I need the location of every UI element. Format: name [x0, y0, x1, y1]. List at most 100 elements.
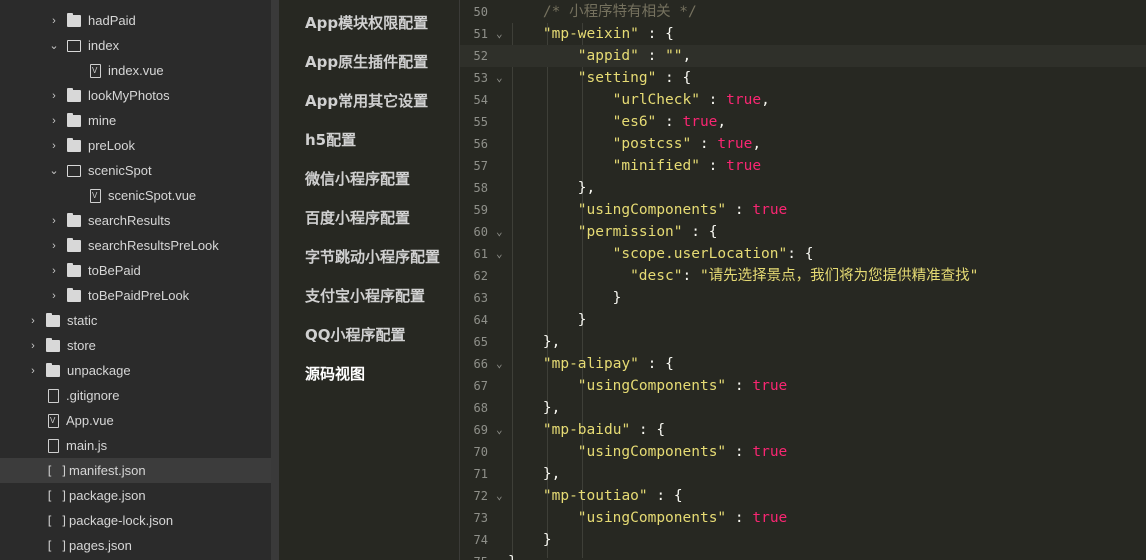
menu-item[interactable]: App模块权限配置 — [305, 12, 428, 33]
menu-item[interactable]: h5配置 — [305, 129, 356, 150]
chevron-right-icon[interactable]: › — [49, 265, 59, 277]
code-text: }, — [543, 463, 560, 485]
menu-item[interactable]: 源码视图 — [305, 363, 365, 384]
tree-item-app-vue[interactable]: V App.vue — [0, 408, 271, 433]
code-editor[interactable]: 50 /* 小程序特有相关 */ 51 ⌄ "mp-weixin" : {52 "appi… — [460, 0, 1146, 560]
line-number: 59 — [473, 203, 488, 217]
punct-token: : { — [638, 26, 674, 42]
line-number: 52 — [473, 49, 488, 63]
fold-toggle-icon[interactable]: ⌄ — [496, 353, 503, 375]
code-line[interactable]: 57 "minified" : true — [460, 155, 1146, 177]
code-line[interactable]: 61 ⌄ "scope.userLocation": { — [460, 243, 1146, 265]
chevron-right-icon[interactable]: › — [49, 140, 59, 152]
code-line[interactable]: 59 "usingComponents" : true — [460, 199, 1146, 221]
code-line[interactable]: 74} — [460, 529, 1146, 551]
chevron-right-icon[interactable]: › — [49, 215, 59, 227]
tree-item-index-vue[interactable]: Vindex.vue — [0, 58, 271, 83]
code-line[interactable]: 67 "usingComponents" : true — [460, 375, 1146, 397]
code-line[interactable]: 69 ⌄ "mp-baidu" : { — [460, 419, 1146, 441]
chevron-right-icon[interactable]: › — [49, 15, 59, 27]
tree-item-pages-json[interactable]: [ ] pages.json — [0, 533, 271, 558]
tree-item-main-js[interactable]: main.js — [0, 433, 271, 458]
tree-item-lookmyphotos[interactable]: › lookMyPhotos — [0, 83, 271, 108]
chevron-right-icon[interactable]: › — [49, 115, 59, 127]
tree-item-static[interactable]: › static — [0, 308, 271, 333]
code-text: "mp-alipay" : { — [543, 353, 674, 375]
folder-icon — [67, 137, 81, 152]
tree-item-label: static — [67, 313, 98, 328]
tree-item-prelook[interactable]: › preLook — [0, 133, 271, 158]
tree-item-searchresultsprelook[interactable]: › searchResultsPreLook — [0, 233, 271, 258]
tree-item-scenicspot[interactable]: ⌄ scenicSpot — [0, 158, 271, 183]
chevron-down-icon[interactable]: ⌄ — [49, 164, 59, 177]
code-line[interactable]: 52 "appid" : "", — [460, 45, 1146, 67]
code-text: "desc": "请先选择景点，我们将为您提供精准查找" — [630, 265, 978, 287]
punct-token: : — [699, 92, 727, 108]
code-line[interactable]: 63} — [460, 287, 1146, 309]
code-line[interactable]: 75} — [460, 551, 1146, 560]
tree-item-tobepaid[interactable]: › toBePaid — [0, 258, 271, 283]
menu-item[interactable]: 微信小程序配置 — [305, 168, 410, 189]
code-line[interactable]: 60 ⌄ "permission" : { — [460, 221, 1146, 243]
tree-item-unpackage[interactable]: › unpackage — [0, 358, 271, 383]
tree-item-searchresults[interactable]: › searchResults — [0, 208, 271, 233]
fold-toggle-icon[interactable]: ⌄ — [496, 67, 503, 89]
code-line[interactable]: 71}, — [460, 463, 1146, 485]
string-token: "es6" — [612, 114, 657, 130]
code-line[interactable]: 73 "usingComponents" : true — [460, 507, 1146, 529]
code-line[interactable]: 58}, — [460, 177, 1146, 199]
code-line[interactable]: 53 ⌄ "setting" : { — [460, 67, 1146, 89]
code-line[interactable]: 66 ⌄ "mp-alipay" : { — [460, 353, 1146, 375]
code-line[interactable]: 64} — [460, 309, 1146, 331]
sidebar-scrollbar[interactable] — [271, 0, 279, 560]
code-line[interactable]: 68}, — [460, 397, 1146, 419]
fold-toggle-icon[interactable]: ⌄ — [496, 485, 503, 507]
tree-item-store[interactable]: › store — [0, 333, 271, 358]
fold-toggle-icon[interactable]: ⌄ — [496, 243, 503, 265]
fold-toggle-icon[interactable]: ⌄ — [496, 23, 503, 45]
code-line[interactable]: 65}, — [460, 331, 1146, 353]
chevron-right-icon[interactable]: › — [49, 290, 59, 302]
chevron-right-icon[interactable]: › — [28, 365, 38, 377]
chevron-down-icon[interactable]: ⌄ — [49, 39, 59, 52]
fold-toggle-icon[interactable]: ⌄ — [496, 221, 503, 243]
menu-item[interactable]: QQ小程序配置 — [305, 324, 406, 345]
menu-item[interactable]: 百度小程序配置 — [305, 207, 410, 228]
code-line[interactable]: 50 /* 小程序特有相关 */ — [460, 1, 1146, 23]
menu-item[interactable]: 字节跳动小程序配置 — [305, 246, 440, 267]
chevron-right-icon[interactable]: › — [28, 340, 38, 352]
code-line[interactable]: 56 "postcss" : true, — [460, 133, 1146, 155]
line-number: 55 — [473, 115, 488, 129]
code-line[interactable]: 51 ⌄ "mp-weixin" : { — [460, 23, 1146, 45]
menu-item[interactable]: App原生插件配置 — [305, 51, 428, 72]
tree-item-mine[interactable]: › mine — [0, 108, 271, 133]
tree-item-hadpaid[interactable]: › hadPaid — [0, 8, 271, 33]
string-token: "请先选择景点，我们将为您提供精准查找" — [699, 268, 979, 284]
tree-item-package-lock-json[interactable]: [ ] package-lock.json — [0, 508, 271, 533]
chevron-right-icon[interactable]: › — [49, 240, 59, 252]
tree-item-package-json[interactable]: [ ] package.json — [0, 483, 271, 508]
code-line[interactable]: 62 "desc": "请先选择景点，我们将为您提供精准查找" — [460, 265, 1146, 287]
punct-token: : — [699, 158, 727, 174]
menu-item[interactable]: 支付宝小程序配置 — [305, 285, 425, 306]
tree-item-tobepaidprelook[interactable]: › toBePaidPreLook — [0, 283, 271, 308]
punct-token: }, — [577, 180, 596, 196]
line-number: 69 — [473, 423, 488, 437]
fold-toggle-icon[interactable]: ⌄ — [496, 419, 503, 441]
boolean-token: true — [682, 114, 718, 130]
chevron-right-icon[interactable]: › — [49, 90, 59, 102]
punct-token: } — [577, 312, 587, 328]
tree-item--gitignore[interactable]: .gitignore — [0, 383, 271, 408]
code-line[interactable]: 54 "urlCheck" : true, — [460, 89, 1146, 111]
json-file-icon: [ ] — [46, 463, 68, 478]
tree-item-manifest-json[interactable]: [ ] manifest.json — [0, 458, 271, 483]
code-line[interactable]: 72 ⌄ "mp-toutiao" : { — [460, 485, 1146, 507]
code-line[interactable]: 70 "usingComponents" : true — [460, 441, 1146, 463]
menu-item[interactable]: App常用其它设置 — [305, 90, 428, 111]
string-token: "setting" — [577, 70, 657, 86]
code-text: } — [508, 551, 517, 560]
tree-item-scenicspot-vue[interactable]: VscenicSpot.vue — [0, 183, 271, 208]
chevron-right-icon[interactable]: › — [28, 315, 38, 327]
code-line[interactable]: 55 "es6" : true, — [460, 111, 1146, 133]
tree-item-index[interactable]: ⌄ index — [0, 33, 271, 58]
